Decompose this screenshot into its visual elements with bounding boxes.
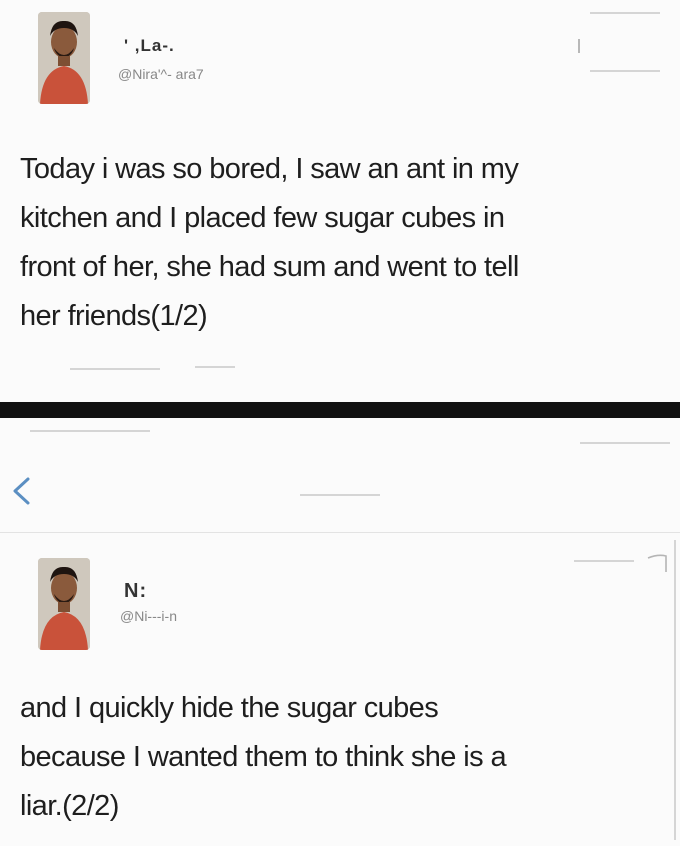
avatar-photo <box>38 558 90 650</box>
top-bar-divider <box>30 430 150 432</box>
display-name[interactable]: ' ,La-. <box>124 36 175 56</box>
tweet-text-line: Today i was so bored, I saw an ant in my <box>20 153 519 185</box>
tweet-text: and I quickly hide the sugar cubes becau… <box>20 684 507 831</box>
nav-title-placeholder <box>300 494 380 496</box>
screenshot-divider <box>0 402 680 418</box>
top-bar-divider <box>580 442 670 444</box>
tweet-card-1: ' ,La-. @Nira'^- ara7 Today i was so bor… <box>0 0 680 402</box>
tweet-text-line: her friends(1/2) <box>20 300 208 332</box>
header-divider <box>590 70 660 72</box>
tweet-text-line: front of her, she had sum and went to te… <box>20 251 519 283</box>
chevron-down-icon[interactable] <box>574 38 584 54</box>
caret-icon[interactable] <box>646 552 670 574</box>
nav-bar-separator <box>0 532 680 533</box>
header-divider <box>590 12 660 14</box>
avatar[interactable] <box>38 12 90 104</box>
tweet-text-line: kitchen and I placed few sugar cubes in <box>20 202 505 234</box>
user-handle[interactable]: @Nira'^- ara7 <box>118 66 204 82</box>
footer-divider <box>70 368 160 370</box>
tweet-text-line: liar.(2/2) <box>20 790 119 822</box>
tweet-text: Today i was so bored, I saw an ant in my… <box>20 145 519 341</box>
menu-divider <box>674 540 676 840</box>
avatar[interactable] <box>38 558 90 650</box>
chevron-left-icon[interactable] <box>8 476 34 506</box>
footer-divider <box>195 366 235 368</box>
menu-divider <box>574 560 634 562</box>
avatar-photo <box>38 12 90 104</box>
tweet-text-line: and I quickly hide the sugar cubes <box>20 692 439 724</box>
user-handle[interactable]: @Ni---i-n <box>120 608 177 624</box>
tweet-text-line: because I wanted them to think she is a <box>20 741 507 773</box>
display-name[interactable]: N: <box>124 580 147 603</box>
